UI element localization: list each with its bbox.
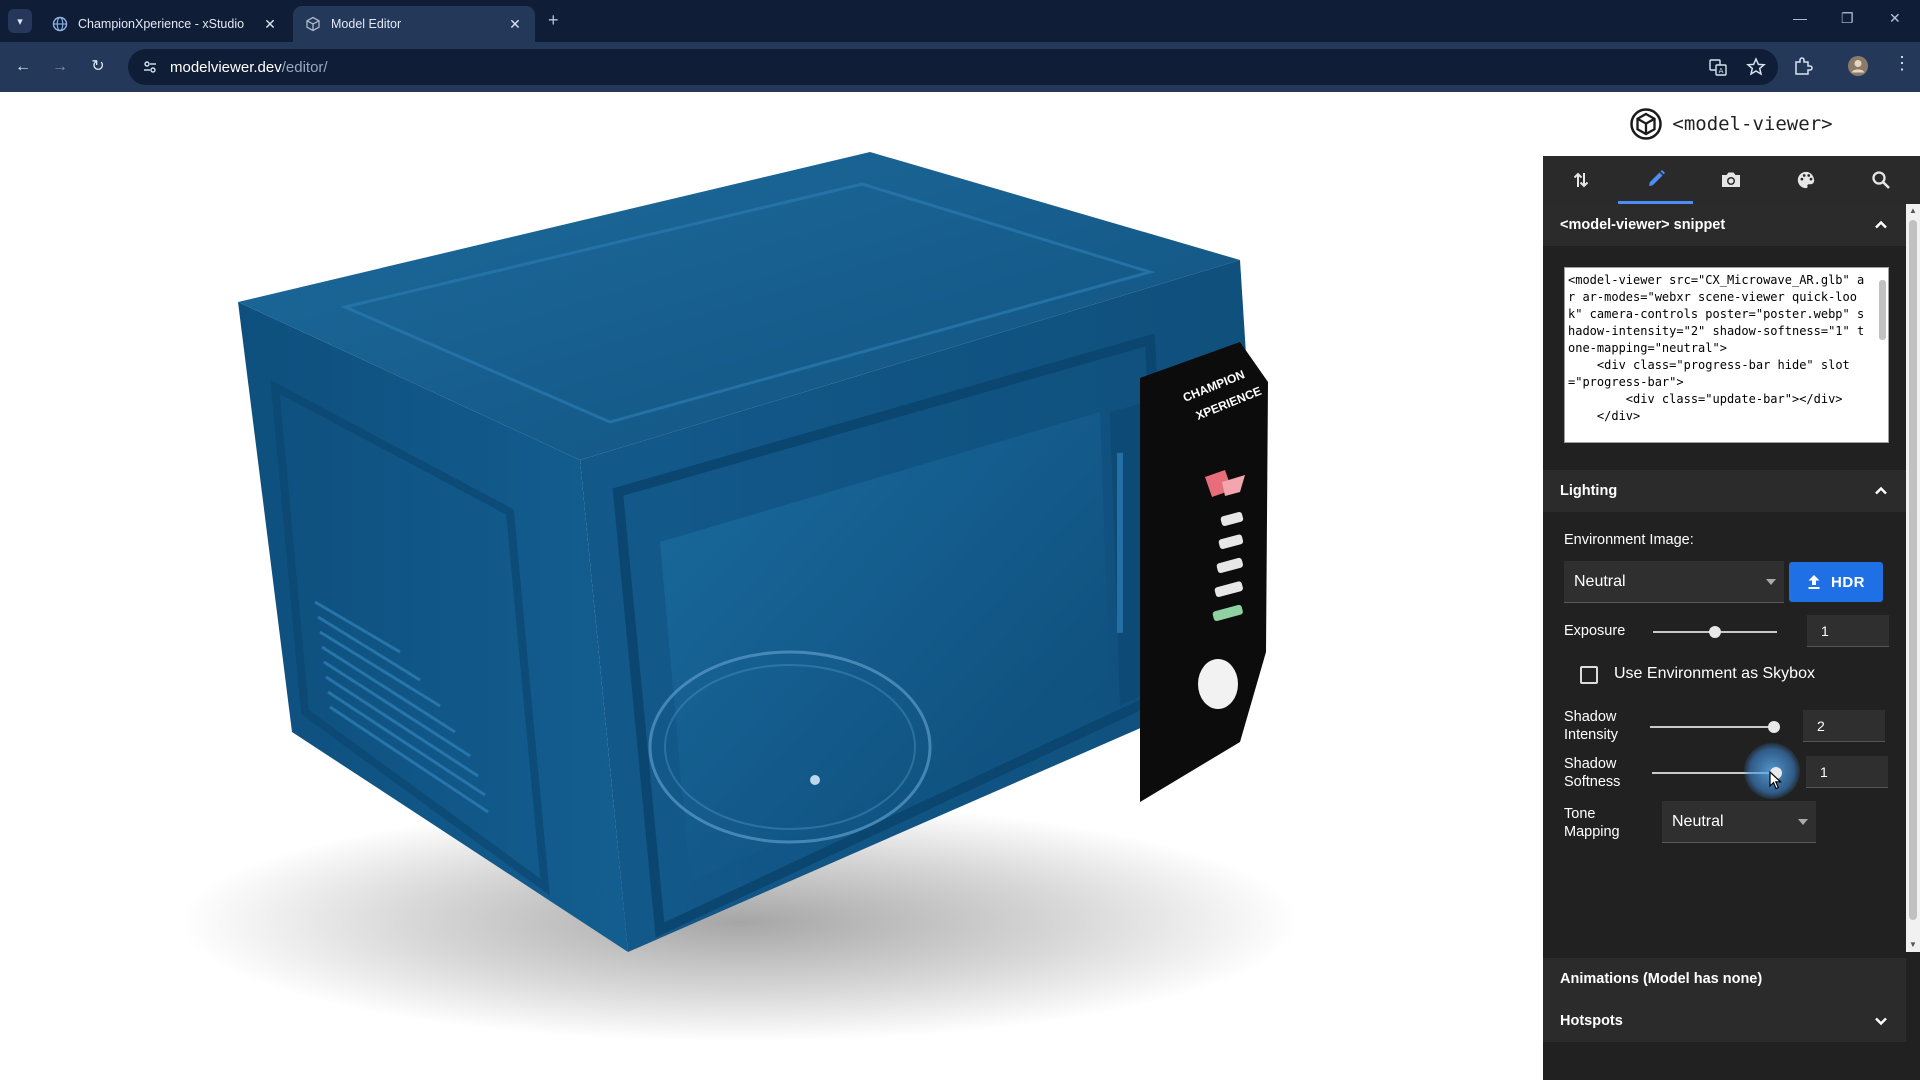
url-path: /editor/	[281, 58, 328, 76]
snippet-scrollbar[interactable]	[1877, 268, 1888, 442]
skybox-label: Use Environment as Skybox	[1614, 665, 1815, 682]
environment-image-label: Environment Image:	[1564, 532, 1694, 548]
tab-materials[interactable]	[1768, 156, 1843, 204]
dropdown-caret-icon	[1766, 578, 1776, 585]
browser-tab-championxperience[interactable]: ChampionXperience - xStudio ✕	[40, 6, 290, 42]
app-title: <model-viewer>	[1672, 113, 1833, 135]
shadow-softness-label-line1: Shadow	[1564, 756, 1617, 772]
model-viewer-logo-icon	[1630, 108, 1663, 140]
shadow-intensity-label-line1: Shadow	[1564, 709, 1617, 725]
minimize-window-icon[interactable]: —	[1793, 10, 1807, 26]
panel-scrollbar[interactable]: ▲ ▼	[1906, 204, 1920, 952]
more-options-icon[interactable]: ⋮	[1893, 53, 1911, 74]
tab-title: Model Editor	[331, 17, 402, 31]
tab-upload[interactable]	[1543, 156, 1618, 204]
mouse-cursor-icon	[1769, 771, 1783, 790]
bookmark-star-icon[interactable]	[1746, 57, 1766, 77]
globe-icon	[52, 16, 68, 32]
tab-camera[interactable]	[1693, 156, 1768, 204]
restore-window-icon[interactable]: ❐	[1841, 10, 1854, 27]
tab-title: ChampionXperience - xStudio	[78, 17, 245, 31]
browser-tab-model-editor[interactable]: Model Editor ✕	[293, 6, 535, 42]
model-viewport[interactable]: CHAMPION XPERIENCE	[0, 92, 1543, 1080]
lighting-section-title: Lighting	[1560, 483, 1618, 499]
forward-arrow-icon[interactable]: →	[49, 56, 71, 78]
shadow-intensity-slider-thumb[interactable]	[1768, 721, 1780, 733]
skybox-checkbox[interactable]	[1580, 666, 1598, 684]
upload-hdr-button[interactable]: HDR	[1789, 562, 1883, 602]
tab-strip: ▾ ChampionXperience - xStudio ✕ Model Ed…	[0, 0, 1920, 42]
snippet-section-header[interactable]: <model-viewer> snippet	[1543, 204, 1906, 246]
translate-icon[interactable]: A	[1708, 57, 1728, 77]
snippet-textarea[interactable]: <model-viewer src="CX_Microwave_AR.glb" …	[1564, 267, 1889, 443]
hotspots-section-title: Hotspots	[1560, 1013, 1623, 1029]
url-host: modelviewer.dev	[170, 58, 282, 76]
close-window-icon[interactable]: ✕	[1889, 10, 1901, 27]
search-icon	[1871, 171, 1890, 189]
control-dial	[1198, 659, 1238, 709]
upload-icon	[1808, 575, 1820, 589]
svg-text:A: A	[1719, 67, 1724, 75]
hotspots-section-header[interactable]: Hotspots	[1543, 1000, 1906, 1042]
shadow-intensity-label-line2: Intensity	[1564, 727, 1618, 743]
exposure-input[interactable]: 1	[1807, 615, 1889, 647]
back-arrow-icon[interactable]: ←	[12, 56, 34, 78]
close-tab-icon[interactable]: ✕	[262, 16, 278, 33]
tone-mapping-select[interactable]: Neutral	[1662, 801, 1816, 843]
swap-arrows-icon	[1573, 172, 1588, 188]
palette-icon	[1797, 171, 1814, 189]
shadow-intensity-slider[interactable]	[1650, 726, 1774, 728]
chevron-up-icon	[1875, 486, 1887, 495]
shadow-softness-input[interactable]: 1	[1806, 756, 1888, 788]
close-tab-icon[interactable]: ✕	[507, 16, 523, 33]
snippet-section-title: <model-viewer> snippet	[1560, 217, 1726, 233]
environment-image-select[interactable]: Neutral	[1564, 561, 1784, 603]
tone-mapping-label-line2: Mapping	[1564, 824, 1620, 840]
pencil-icon	[1648, 169, 1665, 186]
chevron-down-icon	[1875, 1017, 1887, 1026]
cube-icon	[306, 16, 320, 32]
microwave-model: CHAMPION XPERIENCE	[180, 152, 1300, 1042]
animations-section-title: Animations (Model has none)	[1560, 971, 1763, 987]
chevron-up-icon	[1875, 220, 1887, 229]
tab-edit[interactable]	[1618, 156, 1693, 204]
environment-image-value: Neutral	[1574, 572, 1626, 590]
camera-icon	[1721, 172, 1740, 187]
shadow-softness-label-line2: Softness	[1564, 774, 1621, 790]
panel-header: <model-viewer>	[1543, 92, 1920, 156]
tone-mapping-value: Neutral	[1672, 812, 1724, 830]
chevron-down-icon: ▾	[17, 15, 23, 28]
dropdown-caret-icon	[1798, 818, 1808, 825]
editor-tabs	[1543, 156, 1920, 204]
tab-inspect[interactable]	[1843, 156, 1918, 204]
new-tab-plus-icon[interactable]: +	[548, 10, 559, 31]
hdr-button-label: HDR	[1831, 573, 1865, 591]
site-info-icon[interactable]	[142, 59, 158, 75]
browser-toolbar: ← → ↻ modelviewer.dev/editor/ A ⋮	[0, 42, 1920, 92]
profile-avatar[interactable]	[1847, 55, 1869, 77]
shadow-intensity-input[interactable]: 2	[1803, 710, 1885, 742]
exposure-label: Exposure	[1564, 623, 1626, 639]
extensions-puzzle-icon[interactable]	[1792, 55, 1814, 77]
tab-search-button[interactable]: ▾	[8, 9, 32, 33]
address-bar[interactable]: modelviewer.dev/editor/ A	[128, 49, 1778, 85]
lighting-section-header[interactable]: Lighting	[1543, 470, 1906, 512]
tone-mapping-label-line1: Tone	[1564, 806, 1596, 822]
animations-section-header[interactable]: Animations (Model has none)	[1543, 958, 1906, 1000]
reload-icon[interactable]: ↻	[87, 56, 109, 78]
exposure-slider-thumb[interactable]	[1709, 626, 1721, 638]
